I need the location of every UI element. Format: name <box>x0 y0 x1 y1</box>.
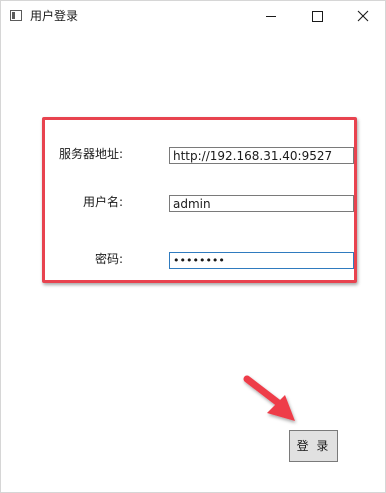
username-label: 用户名: <box>83 195 124 209</box>
title-bar[interactable]: 用户登录 <box>1 1 385 31</box>
login-button[interactable]: 登 录 <box>289 430 338 462</box>
window-app-icon <box>10 10 22 21</box>
server-address-input[interactable] <box>169 147 354 164</box>
password-input[interactable] <box>169 252 354 269</box>
maximize-icon <box>312 11 323 22</box>
username-input[interactable] <box>169 195 354 212</box>
minimize-button[interactable] <box>248 1 294 31</box>
close-icon <box>357 10 369 22</box>
close-button[interactable] <box>340 1 385 31</box>
minimize-icon <box>266 16 276 17</box>
server-address-label: 服务器地址: <box>59 147 124 161</box>
maximize-button[interactable] <box>294 1 340 31</box>
arrow-icon <box>243 375 295 421</box>
window-title: 用户登录 <box>30 9 79 23</box>
login-window: 用户登录 服务器地址: 用户名: 密码: <box>0 0 386 493</box>
password-label: 密码: <box>95 252 124 266</box>
